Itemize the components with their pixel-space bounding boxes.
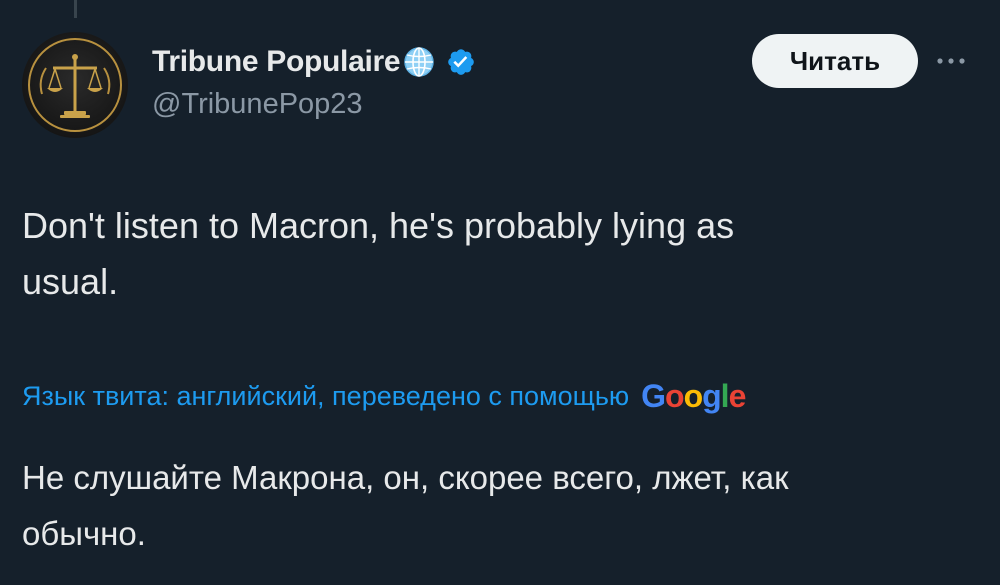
google-logo-letter: l [720, 377, 730, 414]
verified-badge-icon[interactable] [446, 47, 476, 77]
google-logo: Google [641, 377, 747, 415]
follow-button[interactable]: Читать [752, 34, 918, 88]
author-handle[interactable]: @TribunePop23 [152, 88, 363, 121]
translated-tweet-text: Не слушайте Макрона, он, скорее всего, л… [22, 450, 942, 562]
translated-text-line: Не слушайте Макрона, он, скорее всего, л… [22, 459, 789, 496]
google-logo-letter: G [641, 377, 666, 414]
google-logo-letter: o [683, 377, 704, 414]
translation-note-label: Язык твита: английский, переведено с пом… [22, 380, 630, 411]
globe-icon [402, 45, 436, 79]
google-logo-letter: o [665, 377, 685, 414]
thread-connector-line [74, 0, 77, 18]
translation-note-link[interactable]: Язык твита: английский, переведено с пом… [22, 372, 747, 420]
tweet-text-line: Don't listen to Macron, he's probably ly… [22, 205, 735, 246]
google-logo-letter: e [728, 377, 747, 414]
avatar[interactable] [22, 32, 128, 138]
google-logo-letter: g [702, 377, 722, 414]
scales-of-justice-icon [28, 38, 122, 132]
more-options-button[interactable] [928, 44, 974, 78]
translated-text-line: обычно. [22, 515, 146, 552]
tweet-text: Don't listen to Macron, he's probably ly… [22, 198, 922, 310]
author-display-name[interactable]: Tribune Populaire [152, 45, 401, 79]
author-name-row: Tribune Populaire [152, 40, 476, 84]
tweet-text-line: usual. [22, 261, 119, 302]
more-options-icon [937, 58, 965, 64]
